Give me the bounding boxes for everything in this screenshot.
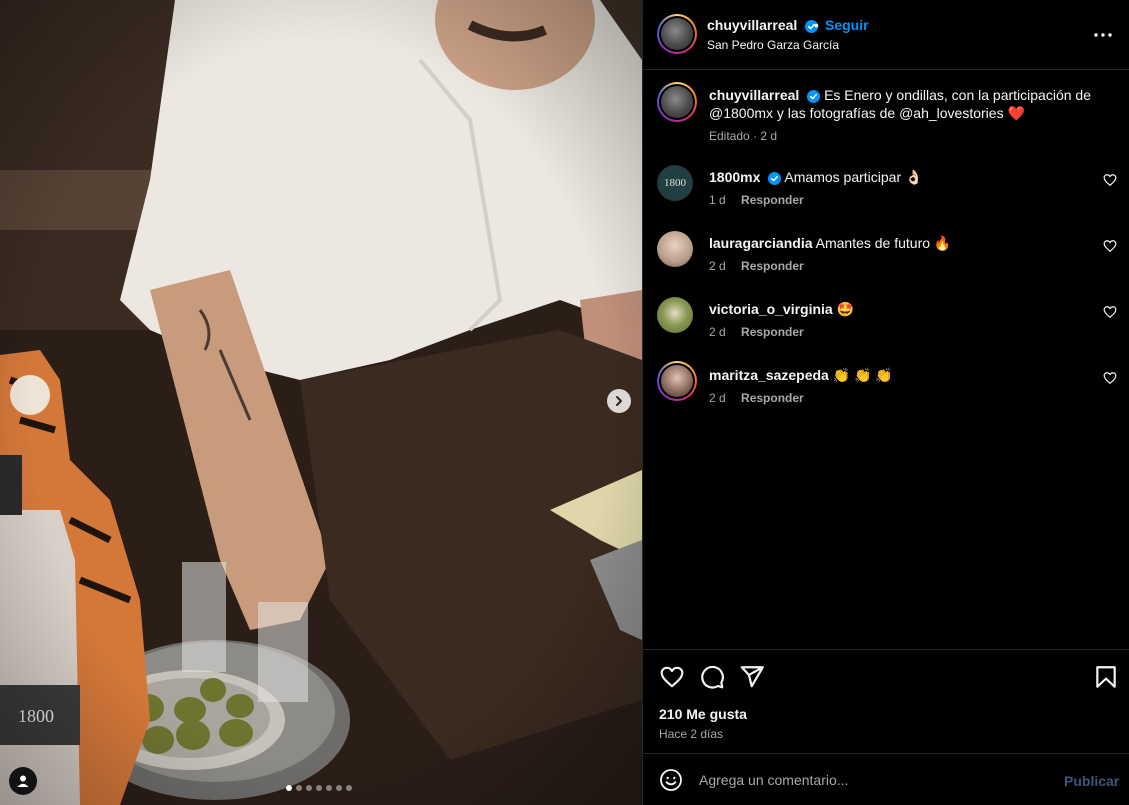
comment-username[interactable]: victoria_o_virginia xyxy=(709,301,833,317)
comment-username[interactable]: lauragarciandia xyxy=(709,235,813,251)
reply-button[interactable]: Responder xyxy=(741,325,804,339)
post-details-panel: chuyvillarreal • Seguir San Pedro Garza … xyxy=(642,0,1129,805)
comment-heart-icon[interactable] xyxy=(1103,239,1117,253)
comment-time: 2 d xyxy=(709,325,726,339)
next-image-button[interactable] xyxy=(607,389,631,413)
comment-time: 1 d xyxy=(709,193,726,207)
comment-avatar[interactable] xyxy=(657,297,693,333)
carousel-dot xyxy=(306,785,312,791)
comment-heart-icon[interactable] xyxy=(1103,305,1117,319)
comment-composer: Publicar xyxy=(643,753,1129,805)
comment-heart-icon[interactable] xyxy=(1103,173,1117,187)
tagged-users-button[interactable] xyxy=(9,767,37,795)
caption-text: chuyvillarreal Es Enero y ondillas, con … xyxy=(709,86,1099,122)
comment-heart-icon[interactable] xyxy=(1103,371,1117,385)
comment-body: 👏 👏 👏 xyxy=(832,367,893,383)
bookmark-icon[interactable] xyxy=(1093,664,1119,690)
share-icon[interactable] xyxy=(739,664,765,690)
verified-icon xyxy=(807,89,821,103)
comment-username[interactable]: 1800mx xyxy=(709,169,760,185)
author-avatar[interactable] xyxy=(657,14,697,54)
carousel-dot xyxy=(336,785,342,791)
likes-count[interactable]: 210 Me gusta xyxy=(659,706,747,722)
comment-avatar[interactable]: 1800 xyxy=(657,165,693,201)
carousel-dot xyxy=(326,785,332,791)
comment-body: Amantes de futuro 🔥 xyxy=(815,235,952,251)
comment-text: victoria_o_virginia 🤩 xyxy=(709,301,854,318)
author-username[interactable]: chuyvillarreal xyxy=(707,17,819,33)
photo-illustration: 1800 xyxy=(0,0,642,805)
verified-icon xyxy=(768,171,782,185)
post-header: chuyvillarreal • Seguir San Pedro Garza … xyxy=(643,0,1129,70)
comment-meta: 2 d Responder xyxy=(709,259,804,273)
comment-item: maritza_sazepeda 👏 👏 👏 2 d Responder xyxy=(643,361,1129,429)
emoji-icon[interactable] xyxy=(659,768,683,792)
carousel-dot xyxy=(316,785,322,791)
caption-author-avatar[interactable] xyxy=(657,82,697,122)
caption-body-line-1: Es Enero y ondillas, con la participació… xyxy=(824,87,1091,103)
carousel-indicator xyxy=(286,785,352,791)
reply-button[interactable]: Responder xyxy=(741,259,804,273)
comment-meta: 1 d Responder xyxy=(709,193,804,207)
comment-text: lauragarciandia Amantes de futuro 🔥 xyxy=(709,235,951,252)
chevron-right-icon xyxy=(616,396,622,406)
caption-meta: Editado · 2 d xyxy=(709,129,778,143)
reply-button[interactable]: Responder xyxy=(741,391,804,405)
post-time: Hace 2 días xyxy=(659,727,724,741)
caption-username[interactable]: chuyvillarreal xyxy=(709,87,799,103)
comment-icon[interactable] xyxy=(699,664,725,690)
carousel-dot xyxy=(346,785,352,791)
header-separator: • xyxy=(814,17,819,33)
post-photo[interactable]: 1800 xyxy=(0,0,642,805)
comment-body: 🤩 xyxy=(836,301,855,317)
more-icon xyxy=(1094,33,1112,37)
comment-item: lauragarciandia Amantes de futuro 🔥 2 d … xyxy=(643,231,1129,297)
avatar-logo-text: 1800 xyxy=(664,177,686,189)
comment-meta: 2 d Responder xyxy=(709,325,804,339)
comment-avatar[interactable] xyxy=(657,361,697,401)
caption-body-line-2: @1800mx y las fotografías de @ah_lovesto… xyxy=(709,105,1004,121)
comment-input[interactable] xyxy=(699,768,1039,792)
comment-item: victoria_o_virginia 🤩 2 d Responder xyxy=(643,297,1129,363)
post-actions: 210 Me gusta Hace 2 días xyxy=(643,649,1129,753)
caption-heart-emoji: ❤️ xyxy=(1007,105,1025,121)
comment-body: Amamos participar 👌🏻 xyxy=(784,169,923,185)
user-tag-icon xyxy=(17,775,29,787)
comment-time: 2 d xyxy=(709,259,726,273)
comment-item: 1800 1800mx Amamos participar 👌🏻 1 d Res… xyxy=(643,165,1129,231)
follow-button[interactable]: Seguir xyxy=(825,17,869,33)
comment-text: maritza_sazepeda 👏 👏 👏 xyxy=(709,367,893,384)
more-options-button[interactable] xyxy=(1091,23,1115,47)
carousel-dot-active xyxy=(286,785,292,791)
heart-icon[interactable] xyxy=(659,664,685,690)
carousel-dot xyxy=(296,785,302,791)
comment-username[interactable]: maritza_sazepeda xyxy=(709,367,829,383)
comment-text: 1800mx Amamos participar 👌🏻 xyxy=(709,169,922,186)
publish-button[interactable]: Publicar xyxy=(1064,773,1119,789)
post-location[interactable]: San Pedro Garza García xyxy=(707,38,839,52)
comment-avatar[interactable] xyxy=(657,231,693,267)
comment-time: 2 d xyxy=(709,391,726,405)
reply-button[interactable]: Responder xyxy=(741,193,804,207)
comment-meta: 2 d Responder xyxy=(709,391,804,405)
